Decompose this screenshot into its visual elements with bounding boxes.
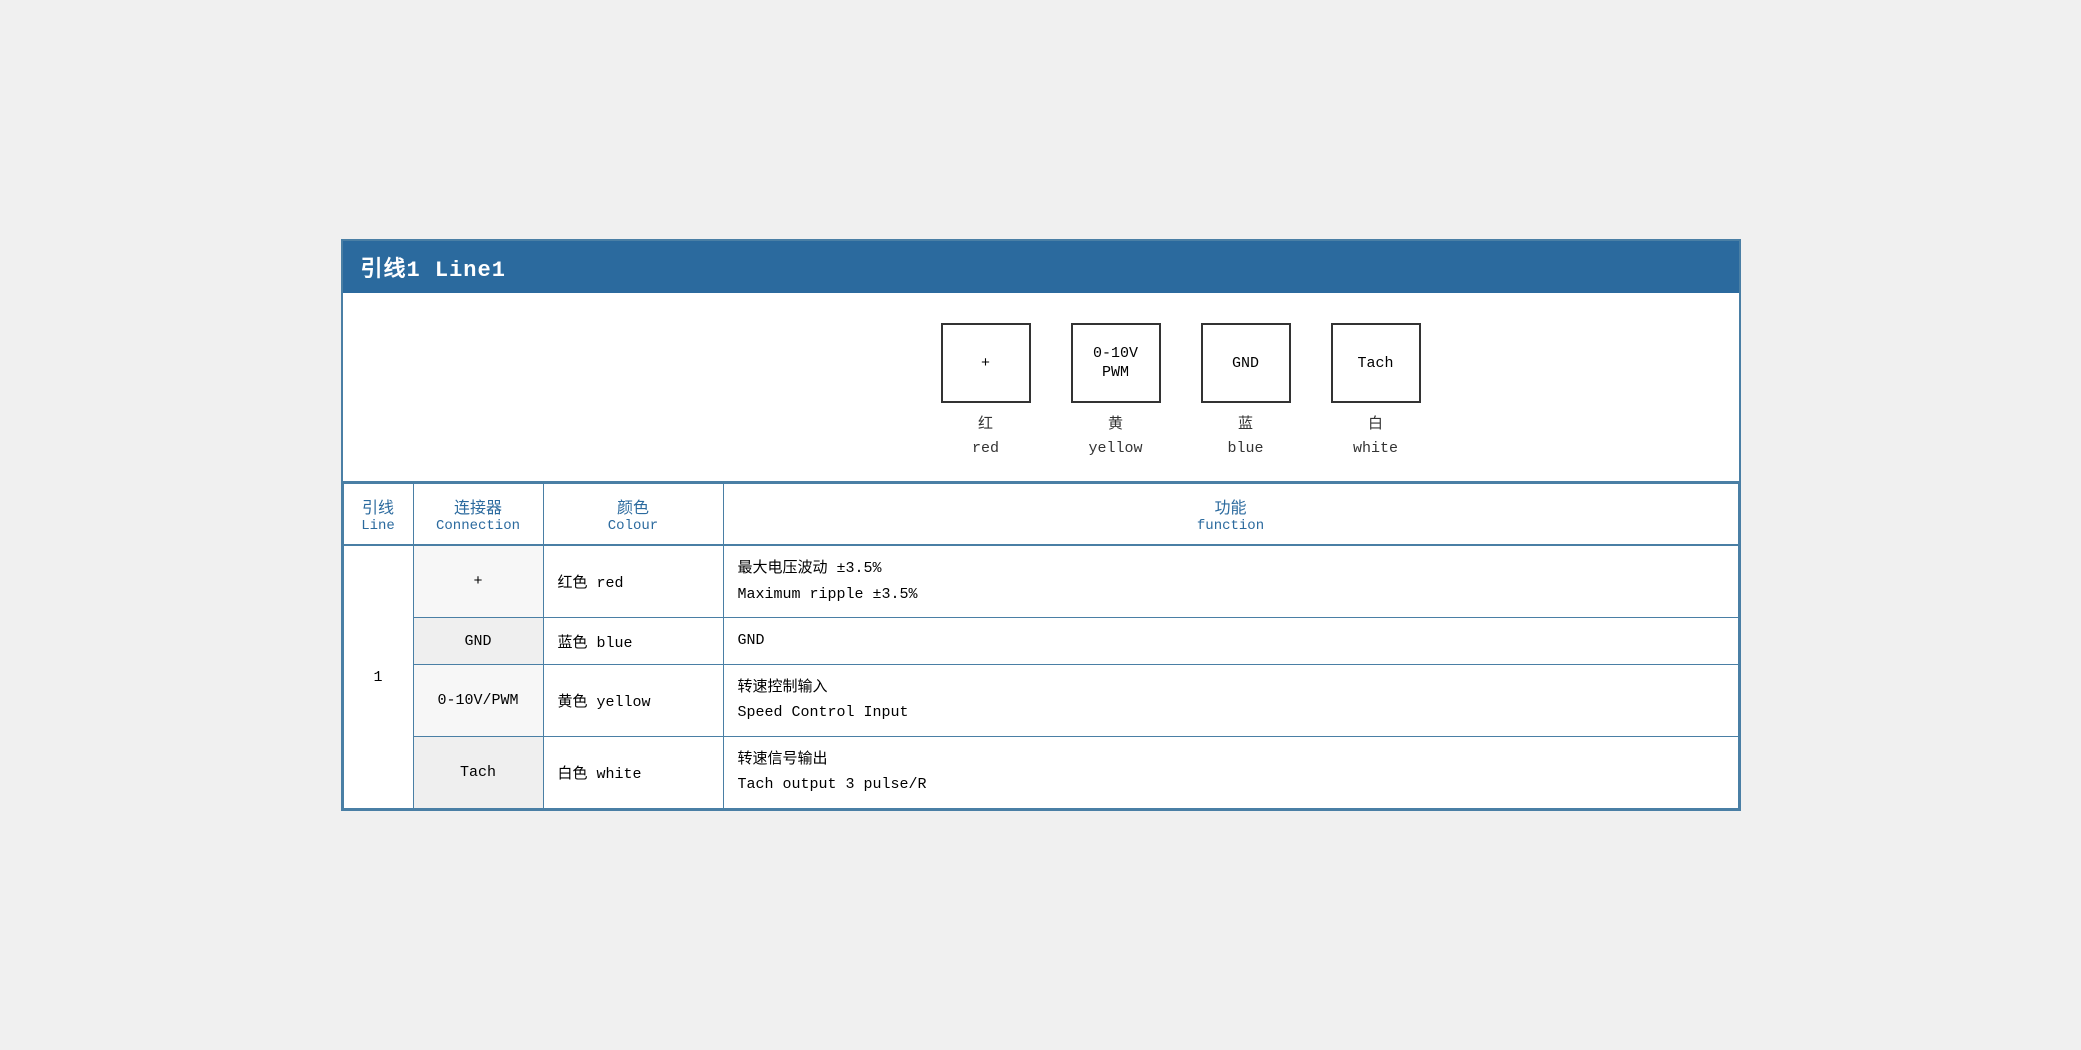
header-colour-en: Colour (558, 518, 709, 534)
func-gnd-zh: GND (738, 628, 1724, 654)
func-ripple-zh: 最大电压波动 ±3.5% (738, 556, 1724, 582)
colour-yellow: 黄色 yellow (543, 664, 723, 736)
header-line-zh: 引线 (358, 494, 399, 518)
function-ripple: 最大电压波动 ±3.5% Maximum ripple ±3.5% (723, 545, 1738, 618)
function-speed: 转速控制输入 Speed Control Input (723, 664, 1738, 736)
connection-tach: Tach (413, 736, 543, 808)
func-tach-zh: 转速信号输出 (738, 747, 1724, 773)
function-tach: 转速信号输出 Tach output 3 pulse/R (723, 736, 1738, 808)
header-conn-en: Connection (428, 518, 529, 534)
header-line-en: Line (358, 518, 399, 534)
label-blue: 蓝blue (1201, 413, 1291, 461)
connection-plus: + (413, 545, 543, 618)
title-text: 引线1 Line1 (361, 258, 506, 283)
connection-gnd: GND (413, 618, 543, 665)
connector-box-gnd: GND (1201, 323, 1291, 403)
diagram-inner: + 0-10VPWM GND Tach 红red 黄yellow 蓝blue 白… (941, 323, 1421, 461)
label-red: 红red (941, 413, 1031, 461)
data-table: 引线 Line 连接器 Connection 颜色 Colour 功能 func… (343, 483, 1739, 809)
line-number: 1 (343, 545, 413, 808)
table-header-row: 引线 Line 连接器 Connection 颜色 Colour 功能 func… (343, 484, 1738, 546)
header-func-zh: 功能 (738, 494, 1724, 518)
function-gnd: GND (723, 618, 1738, 665)
header-conn-zh: 连接器 (428, 494, 529, 518)
colour-white: 白色 white (543, 736, 723, 808)
header-colour-zh: 颜色 (558, 494, 709, 518)
func-tach-en: Tach output 3 pulse/R (738, 772, 1724, 798)
connector-boxes: + 0-10VPWM GND Tach (941, 323, 1421, 403)
connector-box-tach: Tach (1331, 323, 1421, 403)
label-yellow: 黄yellow (1071, 413, 1161, 461)
header-line: 引线 Line (343, 484, 413, 546)
colour-red: 红色 red (543, 545, 723, 618)
title-bar: 引线1 Line1 (343, 241, 1739, 293)
label-white: 白white (1331, 413, 1421, 461)
header-connection: 连接器 Connection (413, 484, 543, 546)
func-speed-en: Speed Control Input (738, 700, 1724, 726)
header-colour: 颜色 Colour (543, 484, 723, 546)
table-row: GND 蓝色 blue GND (343, 618, 1738, 665)
connector-box-pwm: 0-10VPWM (1071, 323, 1161, 403)
header-func-en: function (738, 518, 1724, 534)
connection-pwm: 0-10V/PWM (413, 664, 543, 736)
table-row: Tach 白色 white 转速信号输出 Tach output 3 pulse… (343, 736, 1738, 808)
diagram-section: + 0-10VPWM GND Tach 红red 黄yellow 蓝blue 白… (343, 293, 1739, 483)
connector-labels: 红red 黄yellow 蓝blue 白white (941, 413, 1421, 461)
colour-blue: 蓝色 blue (543, 618, 723, 665)
func-ripple-en: Maximum ripple ±3.5% (738, 582, 1724, 608)
func-speed-zh: 转速控制输入 (738, 675, 1724, 701)
main-container: 引线1 Line1 + 0-10VPWM GND Tach 红red 黄yell… (341, 239, 1741, 811)
connector-box-plus: + (941, 323, 1031, 403)
table-row: 0-10V/PWM 黄色 yellow 转速控制输入 Speed Control… (343, 664, 1738, 736)
table-row: 1 + 红色 red 最大电压波动 ±3.5% Maximum ripple ±… (343, 545, 1738, 618)
header-function: 功能 function (723, 484, 1738, 546)
